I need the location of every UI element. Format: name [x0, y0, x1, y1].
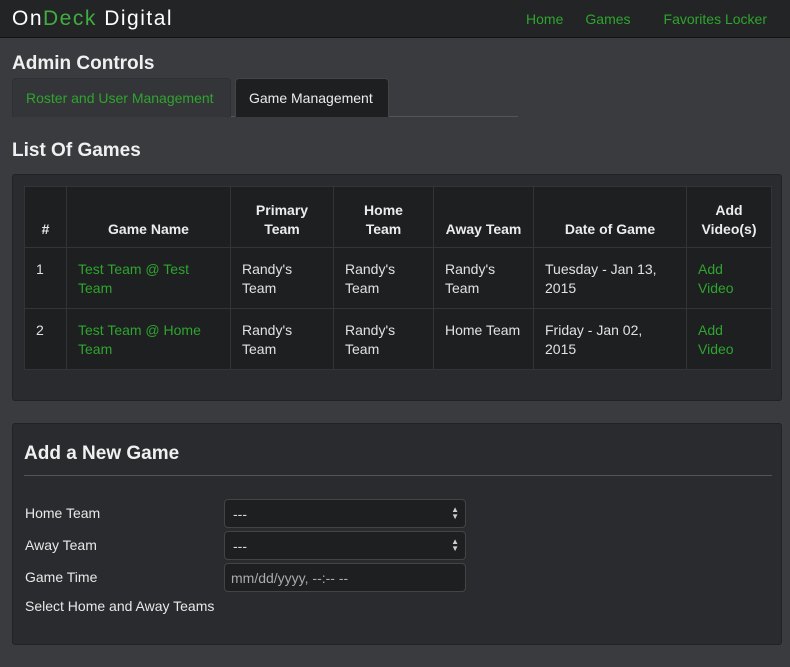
- table-header-row: # Game Name Primary Team Home Team Away …: [24, 186, 772, 248]
- nav-home-link[interactable]: Home: [526, 11, 563, 27]
- game-name-link[interactable]: Test Team @ Home Team: [66, 308, 231, 370]
- cell-date: Tuesday - Jan 13, 2015: [533, 247, 687, 309]
- cell-primary-team: Randy's Team: [230, 247, 334, 309]
- cell-away-team: Home Team: [433, 308, 534, 370]
- top-navbar: OnDeck Digital Home Games Favorites Lock…: [0, 0, 790, 38]
- nav-favorites-locker-link[interactable]: Favorites Locker: [664, 11, 767, 27]
- game-time-label: Game Time: [25, 569, 98, 585]
- game-time-placeholder: mm/dd/yyyy, --:-- --: [231, 569, 349, 586]
- column-header-primary-team: Primary Team: [230, 186, 334, 248]
- games-list-panel: # Game Name Primary Team Home Team Away …: [12, 174, 782, 401]
- game-name-link[interactable]: Test Team @ Test Team: [66, 247, 231, 309]
- game-time-input[interactable]: mm/dd/yyyy, --:-- --: [224, 563, 466, 592]
- add-game-panel: Add a New Game Home Team --- ▲ ▼ Away Tea…: [12, 423, 782, 645]
- table-row: 1 Test Team @ Test Team Randy's Team Ran…: [24, 247, 772, 309]
- column-header-game-name: Game Name: [66, 186, 231, 248]
- select-arrows-icon: ▲ ▼: [451, 537, 459, 553]
- add-game-title: Add a New Game: [24, 443, 180, 464]
- cell-number: 2: [24, 308, 67, 370]
- admin-tabs: Roster and User Management Game Manageme…: [12, 78, 518, 117]
- select-arrows-icon: ▲ ▼: [451, 505, 459, 521]
- cell-home-team: Randy's Team: [333, 308, 434, 370]
- column-header-add-videos: Add Video(s): [686, 186, 772, 248]
- away-team-select-value: ---: [233, 537, 247, 554]
- column-header-home-team: Home Team: [333, 186, 434, 248]
- cell-away-team: Randy's Team: [433, 247, 534, 309]
- nav-links: Home Games Favorites Locker: [526, 11, 778, 27]
- brand-part-3: Digital: [96, 6, 174, 30]
- cell-date: Friday - Jan 02, 2015: [533, 308, 687, 370]
- nav-games-link[interactable]: Games: [585, 11, 630, 27]
- column-header-away-team: Away Team: [433, 186, 534, 248]
- column-header-number: #: [24, 186, 67, 248]
- cell-home-team: Randy's Team: [333, 247, 434, 309]
- brand-part-1: On: [12, 6, 44, 30]
- home-team-select[interactable]: --- ▲ ▼: [224, 499, 466, 528]
- tab-roster-user-management[interactable]: Roster and User Management: [12, 78, 231, 117]
- tab-game-management[interactable]: Game Management: [235, 78, 389, 117]
- admin-controls-title: Admin Controls: [12, 53, 155, 74]
- add-video-link[interactable]: Add Video: [686, 308, 772, 370]
- games-table: # Game Name Primary Team Home Team Away …: [24, 186, 772, 370]
- cell-primary-team: Randy's Team: [230, 308, 334, 370]
- home-team-label: Home Team: [25, 505, 101, 521]
- table-row: 2 Test Team @ Home Team Randy's Team Ran…: [24, 308, 772, 370]
- away-team-select[interactable]: --- ▲ ▼: [224, 531, 466, 560]
- home-team-select-value: ---: [233, 505, 247, 522]
- divider: [24, 475, 772, 476]
- brand-logo[interactable]: OnDeck Digital: [12, 7, 173, 31]
- cell-number: 1: [24, 247, 67, 309]
- select-teams-hint: Select Home and Away Teams: [25, 598, 215, 614]
- list-of-games-title: List Of Games: [12, 140, 141, 161]
- brand-part-2: Deck: [43, 6, 97, 30]
- add-video-link[interactable]: Add Video: [686, 247, 772, 309]
- away-team-label: Away Team: [25, 537, 97, 553]
- column-header-date: Date of Game: [533, 186, 687, 248]
